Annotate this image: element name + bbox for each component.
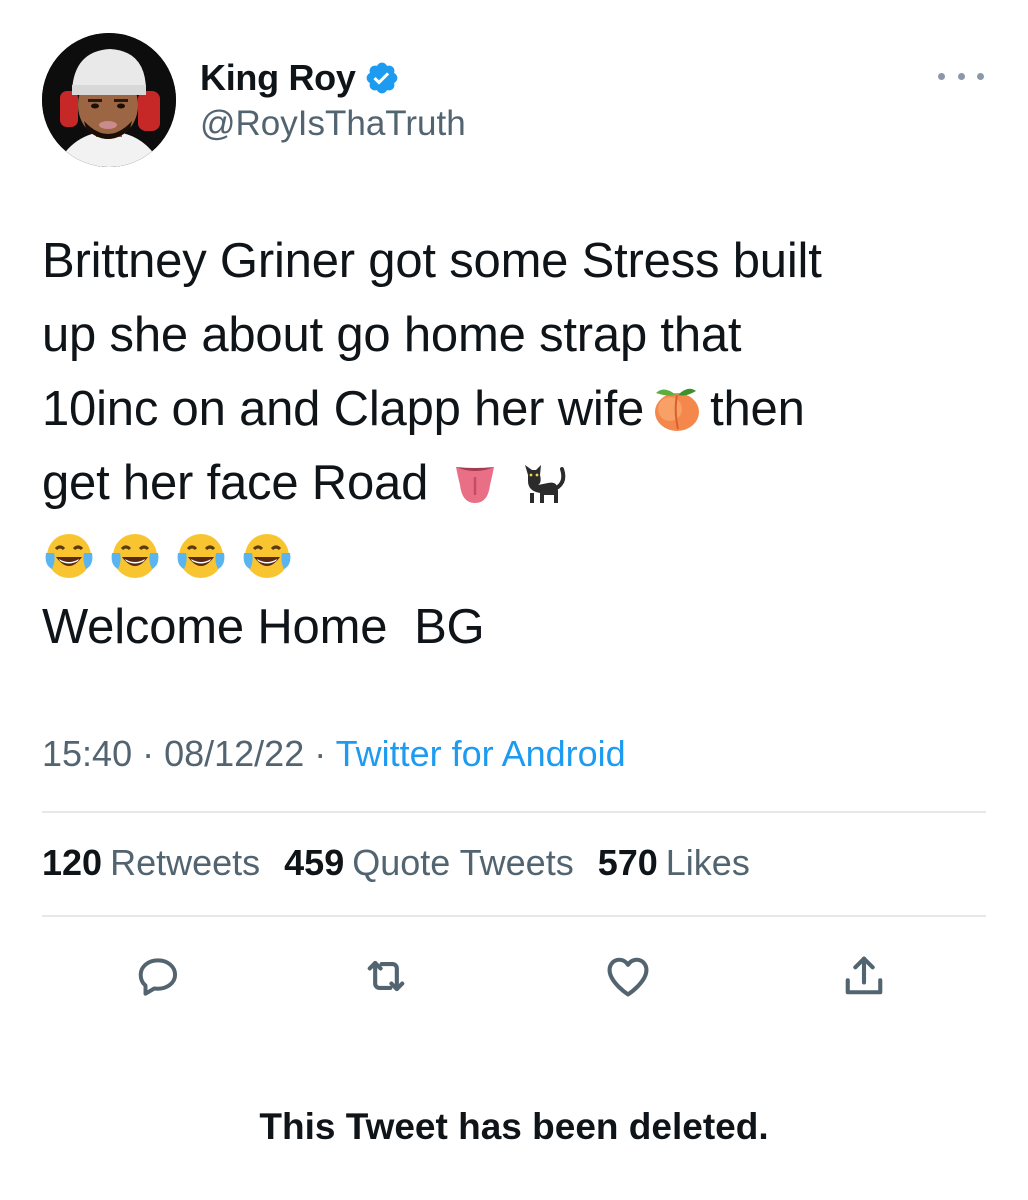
tears-of-joy-icon xyxy=(108,529,162,583)
peach-icon xyxy=(650,381,704,435)
quotes-count: 459 xyxy=(284,842,345,883)
tweet-line: Welcome Home BG xyxy=(42,600,485,654)
action-bar xyxy=(0,948,1028,1008)
tweet-line: 10inc on and Clapp her wife then xyxy=(42,372,992,446)
share-icon[interactable] xyxy=(836,948,892,1004)
likes-label: Likes xyxy=(665,842,750,883)
likes-count: 570 xyxy=(597,842,658,883)
divider xyxy=(42,811,986,813)
tears-of-joy-icon xyxy=(42,529,96,583)
tweet-line: get her face Road xyxy=(42,446,992,520)
tears-of-joy-icon xyxy=(240,529,294,583)
avatar[interactable] xyxy=(42,33,176,167)
deleted-notice: This Tweet has been deleted. xyxy=(259,1106,769,1147)
black-cat-icon xyxy=(514,455,568,509)
quote-tweets-stat[interactable]: 459 Quote Tweets xyxy=(284,842,574,884)
tweet-source-link[interactable]: Twitter for Android xyxy=(336,733,626,774)
tweet-line-text: then xyxy=(710,382,805,436)
meta-separator: · xyxy=(132,733,165,774)
tweet-line: up she about go home strap that xyxy=(42,308,742,362)
tweet-time[interactable]: 15:40 xyxy=(42,733,132,774)
retweets-stat[interactable]: 120 Retweets xyxy=(42,842,260,884)
verified-badge-icon xyxy=(364,60,400,96)
retweets-label: Retweets xyxy=(110,842,261,883)
retweet-icon[interactable] xyxy=(358,948,414,1004)
tweet-line-text: 10inc on and Clapp her wife xyxy=(42,382,645,436)
tweet-date[interactable]: 08/12/22 xyxy=(164,733,304,774)
like-icon[interactable] xyxy=(600,948,656,1004)
reply-icon[interactable] xyxy=(130,948,186,1004)
more-options-icon[interactable] xyxy=(938,66,984,86)
tweet-card: King Roy @RoyIsThaTruth Brittney Griner … xyxy=(0,0,1028,1200)
tweet-text: Brittney Griner got some Stress built up… xyxy=(42,224,992,664)
retweets-count: 120 xyxy=(42,842,103,883)
meta-separator: · xyxy=(304,733,336,774)
likes-stat[interactable]: 570 Likes xyxy=(598,842,750,884)
display-name[interactable]: King Roy xyxy=(200,57,356,99)
tweet-emoji-line xyxy=(42,520,992,590)
author-name-row[interactable]: King Roy xyxy=(200,56,400,100)
tweet-line-text: get her face Road xyxy=(42,456,429,510)
user-handle[interactable]: @RoyIsThaTruth xyxy=(200,104,466,144)
quotes-label: Quote Tweets xyxy=(352,842,574,883)
tweet-line: Brittney Griner got some Stress built xyxy=(42,234,822,288)
tongue-icon xyxy=(448,455,502,509)
tweet-stats: 120 Retweets 459 Quote Tweets 570 Likes xyxy=(42,842,750,884)
tweet-meta: 15:40 · 08/12/22 · Twitter for Android xyxy=(42,733,626,775)
tears-of-joy-icon xyxy=(174,529,228,583)
divider xyxy=(42,915,986,917)
